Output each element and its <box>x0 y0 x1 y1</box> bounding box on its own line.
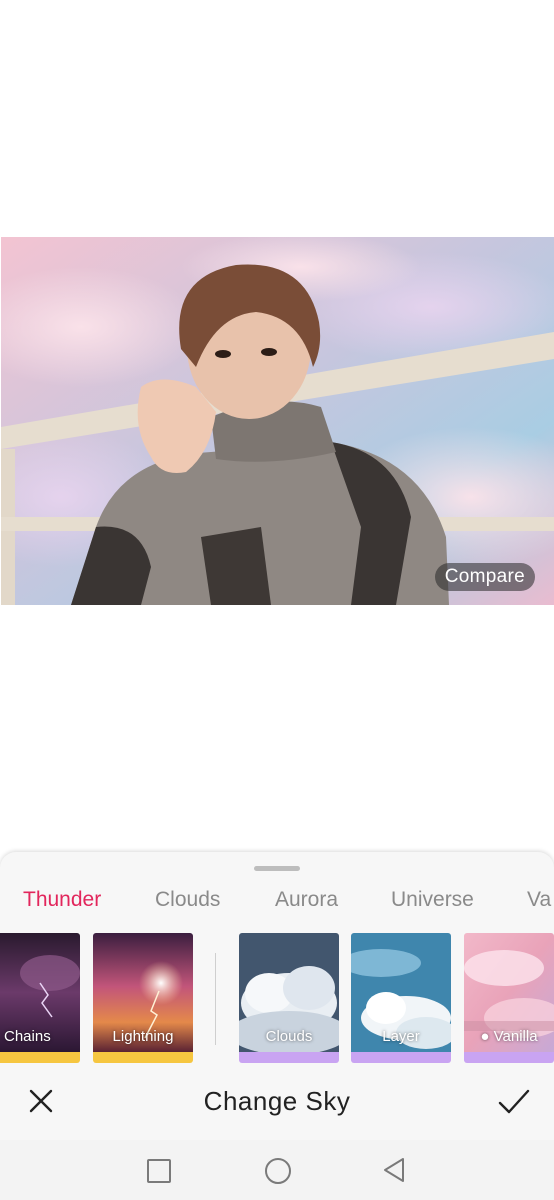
thumb-vanilla[interactable]: ● Vanilla <box>464 933 554 1063</box>
tab-universe[interactable]: Universe <box>391 882 474 918</box>
photo-illustration <box>1 237 554 605</box>
thumb-layer-label: Layer <box>382 1028 420 1045</box>
thumb-vanilla-bar <box>464 1052 554 1063</box>
thumb-lightning-bar <box>93 1052 193 1063</box>
thumb-chains-label: Chains <box>4 1028 51 1045</box>
canvas-area: Compare <box>0 0 554 852</box>
drag-handle[interactable] <box>254 866 300 871</box>
confirm-button[interactable] <box>496 1084 532 1120</box>
thumb-layer[interactable]: Layer <box>351 933 451 1063</box>
action-bar: Change Sky <box>0 1068 554 1138</box>
edited-photo[interactable] <box>1 237 554 605</box>
thumb-clouds[interactable]: Clouds <box>239 933 339 1063</box>
thumb-layer-bar <box>351 1052 451 1063</box>
tab-clouds[interactable]: Clouds <box>155 882 220 918</box>
tab-aurora[interactable]: Aurora <box>275 882 338 918</box>
recent-apps-button[interactable] <box>147 1159 171 1183</box>
category-tabs: Thunder Clouds Aurora Universe Va <box>0 882 554 918</box>
thumb-clouds-label: Clouds <box>265 1028 313 1045</box>
thumb-clouds-bar <box>239 1052 339 1063</box>
panel-title: Change Sky <box>203 1086 351 1116</box>
system-navigation-bar <box>0 1140 554 1200</box>
thumb-chains-bar <box>0 1052 80 1063</box>
sky-thumbnails: Chains Lightning Clouds Layer ● Vanilla <box>0 933 554 1063</box>
compare-button[interactable]: Compare <box>434 563 535 591</box>
thumb-vanilla-label: ● Vanilla <box>480 1028 538 1045</box>
thumb-chains[interactable]: Chains <box>0 933 80 1063</box>
check-icon <box>498 1089 530 1114</box>
home-button[interactable] <box>265 1158 291 1184</box>
thumb-lightning-label: Lightning <box>112 1028 174 1045</box>
thumb-lightning[interactable]: Lightning <box>93 933 193 1063</box>
category-divider <box>215 953 216 1045</box>
tab-vanilla[interactable]: Va <box>527 882 551 918</box>
back-button[interactable] <box>382 1157 406 1183</box>
tab-thunder[interactable]: Thunder <box>23 882 101 918</box>
